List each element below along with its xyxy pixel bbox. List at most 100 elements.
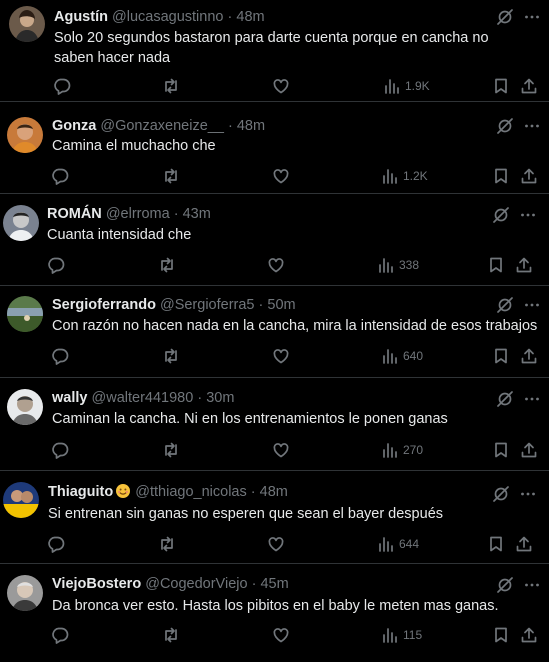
views-button[interactable]: 644 [377, 535, 419, 553]
views-button[interactable]: 1.9K [383, 77, 430, 95]
grok-icon[interactable] [496, 117, 514, 135]
like-button[interactable] [267, 535, 285, 553]
share-button[interactable] [515, 535, 533, 553]
reply-button[interactable] [53, 77, 71, 95]
like-button[interactable] [272, 441, 290, 459]
views-button[interactable]: 338 [377, 256, 419, 274]
like-button[interactable] [272, 626, 290, 644]
user-name[interactable]: Agustín [54, 9, 108, 25]
reply-button[interactable] [51, 441, 69, 459]
timestamp[interactable]: 48m [237, 118, 265, 134]
share-button[interactable] [520, 441, 538, 459]
like-icon [268, 537, 284, 552]
share-button[interactable] [515, 256, 533, 274]
tweet[interactable]: Thiaguito @tthiago_nicolas · 48m Si entr… [0, 472, 549, 564]
grok-icon[interactable] [496, 296, 514, 314]
retweet-button[interactable] [162, 167, 180, 185]
user-name[interactable]: wally [52, 390, 87, 406]
tweet[interactable]: ViejoBostero @CogedorViejo · 45m Da bron… [0, 565, 549, 662]
user-name[interactable]: ROMÁN [47, 206, 102, 222]
views-button[interactable]: 640 [381, 347, 423, 365]
user-handle[interactable]: @Sergioferra5 [160, 297, 255, 313]
more-options-icon[interactable] [523, 8, 541, 26]
separator: · [197, 390, 203, 406]
retweet-button[interactable] [162, 347, 180, 365]
share-button[interactable] [520, 626, 538, 644]
reply-button[interactable] [51, 167, 69, 185]
bookmark-button[interactable] [492, 77, 510, 95]
like-button[interactable] [272, 347, 290, 365]
user-handle[interactable]: @Gonzaxeneize__ [100, 118, 224, 134]
bookmark-button[interactable] [492, 441, 510, 459]
timestamp[interactable]: 45m [260, 576, 288, 592]
bookmark-button[interactable] [487, 256, 505, 274]
reply-button[interactable] [51, 347, 69, 365]
views-button[interactable]: 115 [381, 626, 422, 644]
more-options-icon[interactable] [523, 576, 541, 594]
reply-button[interactable] [47, 535, 65, 553]
like-button[interactable] [272, 77, 290, 95]
views-button[interactable]: 1.2K [381, 167, 428, 185]
avatar[interactable] [3, 205, 39, 241]
grok-icon[interactable] [492, 485, 510, 503]
tweet[interactable]: Gonza @Gonzaxeneize__ · 48m Camina el mu… [0, 103, 549, 194]
timestamp[interactable]: 30m [206, 390, 234, 406]
user-handle[interactable]: @CogedorViejo [145, 576, 247, 592]
like-button[interactable] [272, 167, 290, 185]
timestamp[interactable]: 48m [260, 484, 288, 500]
timestamp[interactable]: 48m [236, 9, 264, 25]
tweet[interactable]: wally @walter441980 · 30m Caminan la can… [0, 379, 549, 471]
share-icon [516, 257, 532, 273]
avatar[interactable] [7, 117, 43, 153]
grok-icon[interactable] [492, 206, 510, 224]
grok-icon[interactable] [496, 8, 514, 26]
retweet-icon [165, 348, 177, 364]
more-options-icon[interactable] [519, 485, 537, 503]
like-button[interactable] [267, 256, 285, 274]
avatar[interactable] [7, 389, 43, 425]
retweet-button[interactable] [162, 441, 180, 459]
more-options-icon[interactable] [519, 206, 537, 224]
avatar[interactable] [3, 482, 39, 518]
user-name[interactable]: Sergioferrando [52, 297, 156, 313]
user-name[interactable]: ViejoBostero [52, 576, 141, 592]
user-handle[interactable]: @elrroma [106, 206, 170, 222]
tweet[interactable]: ROMÁN @elrroma · 43m Cuanta intensidad c… [0, 195, 549, 286]
grok-icon[interactable] [496, 576, 514, 594]
retweet-button[interactable] [162, 626, 180, 644]
more-options-icon[interactable] [523, 390, 541, 408]
retweet-button[interactable] [158, 256, 176, 274]
views-icon [383, 169, 397, 184]
retweet-button[interactable] [162, 77, 180, 95]
avatar[interactable] [9, 6, 45, 42]
reply-button[interactable] [47, 256, 65, 274]
bookmark-button[interactable] [492, 167, 510, 185]
bookmark-button[interactable] [487, 535, 505, 553]
share-button[interactable] [520, 347, 538, 365]
like-icon [273, 79, 289, 94]
user-name[interactable]: Thiaguito [48, 484, 113, 500]
more-options-icon[interactable] [523, 296, 541, 314]
share-button[interactable] [520, 77, 538, 95]
share-button[interactable] [520, 167, 538, 185]
more-options-icon[interactable] [523, 117, 541, 135]
tweet[interactable]: Agustín @lucasagustinno · 48m Solo 20 se… [0, 0, 549, 102]
reply-button[interactable] [51, 626, 69, 644]
user-handle[interactable]: @tthiago_nicolas [135, 484, 246, 500]
share-icon [521, 348, 537, 364]
user-handle[interactable]: @walter441980 [92, 390, 194, 406]
timestamp[interactable]: 50m [267, 297, 295, 313]
tweet-text: Si entrenan sin ganas no esperen que sea… [48, 506, 444, 522]
avatar[interactable] [7, 296, 43, 332]
user-name[interactable]: Gonza [52, 118, 96, 134]
tweet[interactable]: Sergioferrando @Sergioferra5 · 50m Con r… [0, 287, 549, 378]
timestamp[interactable]: 43m [183, 206, 211, 222]
retweet-button[interactable] [158, 535, 176, 553]
views-button[interactable]: 270 [381, 441, 423, 459]
separator: · [250, 484, 256, 500]
bookmark-button[interactable] [492, 626, 510, 644]
avatar[interactable] [7, 575, 43, 611]
user-handle[interactable]: @lucasagustinno [112, 9, 223, 25]
bookmark-button[interactable] [492, 347, 510, 365]
grok-icon[interactable] [496, 390, 514, 408]
